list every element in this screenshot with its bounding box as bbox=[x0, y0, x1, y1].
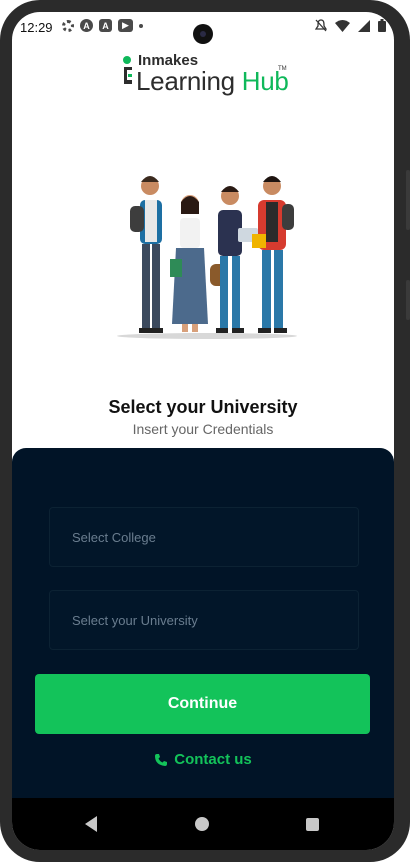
contact-us-label: Contact us bbox=[174, 751, 252, 768]
student-figure-3 bbox=[210, 186, 258, 333]
trademark: TM bbox=[278, 66, 287, 72]
dot-icon bbox=[139, 23, 143, 28]
select-college-dropdown[interactable]: Select College bbox=[49, 507, 359, 567]
status-time: 12:29 bbox=[20, 20, 53, 35]
continue-button[interactable]: Continue bbox=[35, 674, 370, 734]
contact-us-link[interactable]: Contact us bbox=[12, 751, 394, 768]
back-icon[interactable] bbox=[85, 816, 97, 832]
a-box-icon: A bbox=[99, 19, 112, 32]
phone-icon bbox=[155, 753, 168, 766]
select-university-dropdown[interactable]: Select your University bbox=[49, 590, 359, 650]
system-nav-bar bbox=[12, 798, 394, 850]
logo-big-text: Learning Hub bbox=[136, 66, 289, 97]
app-logo: Inmakes Learning Hub TM bbox=[122, 50, 292, 102]
volume-button bbox=[406, 170, 410, 230]
logo-mark-icon bbox=[123, 56, 132, 84]
recents-icon[interactable] bbox=[306, 818, 319, 831]
student-figure-1 bbox=[130, 176, 163, 333]
logo-word-learning: Learning bbox=[136, 66, 235, 96]
home-icon[interactable] bbox=[195, 817, 209, 831]
students-illustration bbox=[117, 176, 297, 339]
system-icons bbox=[315, 19, 386, 32]
wifi-icon bbox=[335, 19, 350, 32]
page-title: Select your University bbox=[108, 397, 298, 417]
student-figure-2 bbox=[170, 195, 208, 332]
front-camera bbox=[193, 24, 213, 44]
notification-icons: A A ▶ bbox=[62, 19, 143, 32]
power-button bbox=[406, 280, 410, 320]
youtube-icon: ▶ bbox=[118, 19, 133, 32]
phone-frame: 12:29 A A ▶ Inmakes Learning Hub TM Sele… bbox=[0, 0, 410, 862]
battery-icon bbox=[378, 19, 386, 32]
a-icon: A bbox=[80, 19, 93, 32]
screen: 12:29 A A ▶ Inmakes Learning Hub TM Sele… bbox=[12, 12, 394, 850]
page-subtitle: Insert your Credentials bbox=[132, 421, 274, 437]
signal-icon bbox=[358, 19, 370, 32]
student-figure-4 bbox=[252, 176, 294, 333]
settings-icon bbox=[62, 19, 74, 32]
mute-icon bbox=[315, 19, 327, 32]
selection-sheet: Select College Select your University Co… bbox=[12, 448, 394, 808]
